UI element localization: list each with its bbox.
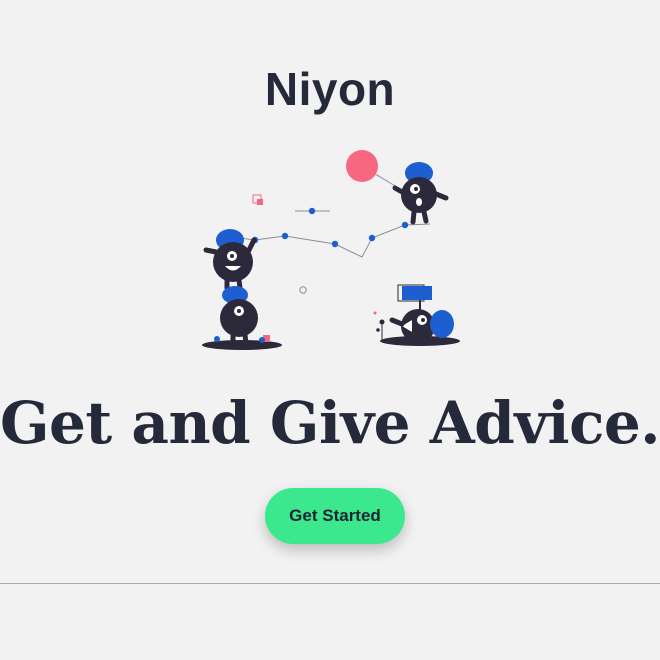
monster-arm xyxy=(203,247,219,255)
monster-arm xyxy=(389,317,405,327)
flower xyxy=(379,319,385,325)
brand-logo-text[interactable]: Niyon xyxy=(0,58,660,120)
monster-pupil xyxy=(237,309,241,313)
pink-dot xyxy=(373,311,377,315)
monster-arm xyxy=(245,237,257,255)
network-node xyxy=(308,207,316,215)
blue-sign xyxy=(402,286,432,300)
pink-square xyxy=(257,199,263,205)
monster-pupil xyxy=(414,187,418,191)
pink-balloon xyxy=(346,150,378,182)
monster-leg xyxy=(242,332,249,346)
monster-leg xyxy=(410,209,417,225)
monster-body xyxy=(220,299,258,337)
hero-illustration xyxy=(202,150,460,350)
monster-leg xyxy=(421,209,429,224)
monster-arm xyxy=(392,185,405,195)
network-node xyxy=(281,232,289,240)
monster-body xyxy=(401,177,437,213)
monster-body xyxy=(213,242,253,282)
monster-pupil xyxy=(230,254,234,258)
network-node xyxy=(214,336,220,342)
hero-headline: Get and Give Advice. xyxy=(0,389,660,457)
hollow-node xyxy=(299,286,307,294)
monster-mouth xyxy=(416,198,422,206)
flower xyxy=(376,328,380,332)
get-started-button[interactable]: Get Started xyxy=(265,488,405,544)
network-node xyxy=(331,240,339,248)
monster-pupil xyxy=(421,318,425,322)
network-node xyxy=(259,337,265,343)
network-node xyxy=(368,234,376,242)
monster-hat xyxy=(430,310,454,338)
landing-page: Niyon Get and Give Advice. Get Started xyxy=(0,0,660,660)
section-divider xyxy=(0,583,660,584)
monster-arm xyxy=(433,191,449,201)
network-node xyxy=(401,221,409,229)
